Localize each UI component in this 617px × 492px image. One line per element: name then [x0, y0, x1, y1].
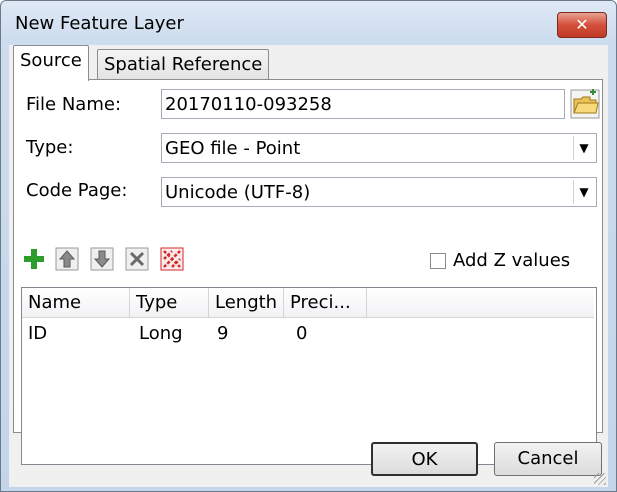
ok-button-label: OK: [411, 449, 438, 470]
clear-all-icon[interactable]: [160, 247, 184, 271]
cancel-button-label: Cancel: [517, 448, 579, 469]
type-value: GEO file - Point: [165, 138, 301, 159]
file-name-value: 20170110-093258: [165, 94, 332, 115]
close-button[interactable]: ✕: [557, 12, 607, 38]
ok-button[interactable]: OK: [371, 442, 478, 476]
move-up-icon[interactable]: [55, 247, 79, 271]
file-name-input[interactable]: 20170110-093258: [161, 89, 565, 119]
dialog-client: Source Spatial Reference File Name: 2017…: [9, 45, 608, 487]
code-page-dropdown[interactable]: Unicode (UTF-8) ▼: [161, 177, 597, 207]
file-name-label: File Name:: [26, 94, 122, 115]
chevron-down-icon[interactable]: ▼: [573, 136, 594, 160]
delete-field-icon[interactable]: [125, 247, 149, 271]
column-header-precision[interactable]: Preci...: [284, 288, 367, 318]
source-panel: File Name: 20170110-093258 Type: GEO fil…: [13, 79, 603, 465]
add-z-values-checkbox[interactable]: [430, 253, 446, 269]
resize-grip-icon[interactable]: [594, 473, 606, 485]
close-icon: ✕: [575, 15, 589, 34]
cancel-button[interactable]: Cancel: [494, 442, 602, 476]
tab-source-label: Source: [20, 50, 82, 71]
column-header-name[interactable]: Name: [22, 288, 130, 318]
column-header-name-label: Name: [28, 292, 82, 313]
add-z-values-label: Add Z values: [453, 250, 571, 271]
tab-source[interactable]: Source: [13, 45, 89, 81]
column-header-precision-label: Preci...: [290, 292, 351, 313]
column-header-type-label: Type: [136, 292, 178, 313]
move-down-icon[interactable]: [90, 247, 114, 271]
chevron-down-icon[interactable]: ▼: [573, 180, 594, 204]
column-header-empty: [367, 288, 594, 318]
cell-precision: 0: [296, 323, 308, 344]
tab-spatial-reference[interactable]: Spatial Reference: [97, 49, 270, 80]
add-field-icon[interactable]: [22, 247, 46, 271]
title-bar[interactable]: New Feature Layer ✕: [1, 1, 616, 47]
tab-spatial-reference-label: Spatial Reference: [104, 54, 263, 75]
fields-grid[interactable]: Name Type Length Preci... ID Long 9 0: [21, 287, 597, 465]
cell-type: Long: [139, 323, 183, 344]
window-title: New Feature Layer: [15, 13, 184, 34]
code-page-value: Unicode (UTF-8): [165, 182, 311, 203]
dialog-window: New Feature Layer ✕ Source Spatial Refer…: [0, 0, 617, 492]
code-page-label: Code Page:: [26, 180, 128, 201]
type-dropdown[interactable]: GEO file - Point ▼: [161, 133, 597, 163]
cell-length: 9: [217, 323, 229, 344]
browse-folder-icon[interactable]: [570, 89, 600, 119]
type-label: Type:: [26, 137, 74, 158]
column-header-type[interactable]: Type: [130, 288, 209, 318]
column-header-length[interactable]: Length: [209, 288, 284, 318]
cell-name: ID: [28, 323, 48, 344]
column-header-length-label: Length: [215, 292, 278, 313]
